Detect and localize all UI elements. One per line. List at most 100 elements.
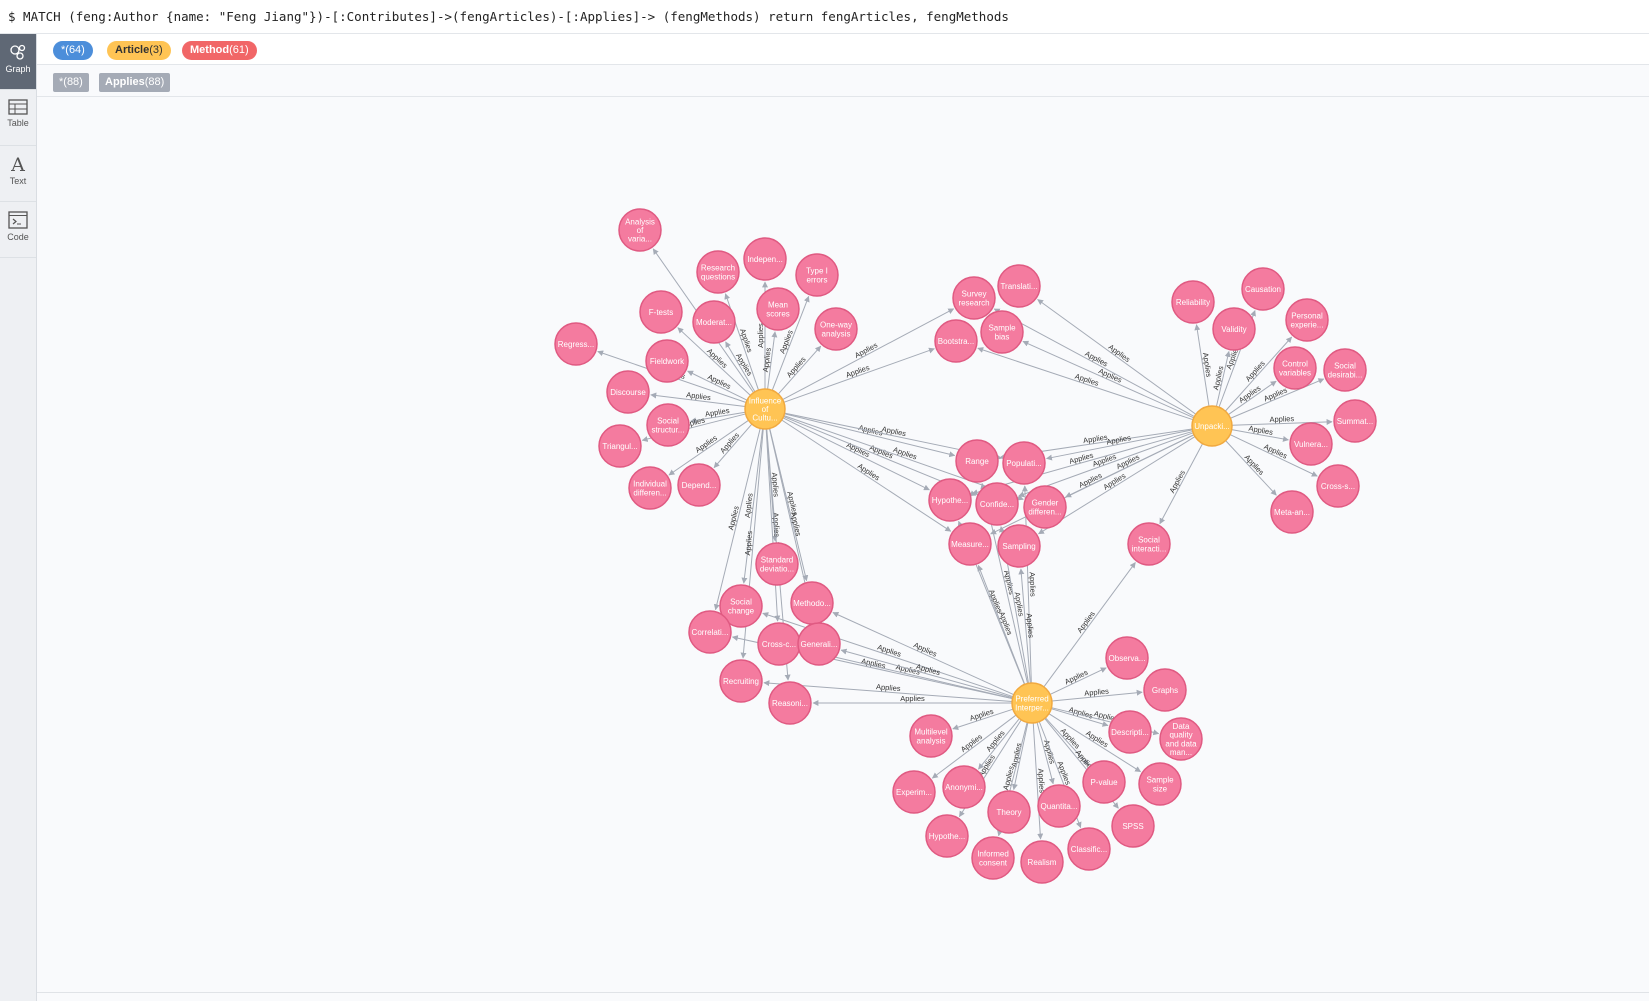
- method-node-m33[interactable]: Confide...: [975, 482, 1019, 526]
- method-node-m7[interactable]: Mean scores: [756, 287, 800, 331]
- method-node-m25[interactable]: Social desirabi...: [1323, 348, 1367, 392]
- table-view-button[interactable]: Table: [0, 90, 36, 146]
- method-node-label: Realism: [1028, 858, 1057, 867]
- method-node-m56[interactable]: Quantita...: [1037, 784, 1081, 828]
- method-node-label: Hypothe...: [929, 832, 965, 841]
- method-node-m27[interactable]: Vulnera...: [1289, 422, 1333, 466]
- all-nodes-pill[interactable]: *(64): [53, 41, 93, 60]
- method-node-m10[interactable]: Fieldwork: [645, 339, 689, 383]
- article-node-a2[interactable]: Unpacki...: [1191, 405, 1233, 447]
- all-relationships-tag[interactable]: *(88): [53, 73, 89, 92]
- method-node-m44[interactable]: Recruiting: [719, 659, 763, 703]
- method-node-m20[interactable]: Reliability: [1171, 280, 1215, 324]
- method-node-m45[interactable]: Reasoni...: [768, 681, 812, 725]
- edge-label: Applies: [1263, 442, 1289, 461]
- method-node-m37[interactable]: Social interacti...: [1127, 522, 1171, 566]
- method-node-m30[interactable]: Range: [955, 439, 999, 483]
- method-node-m4[interactable]: Type Ierrors: [795, 253, 839, 297]
- edge-label: Applies: [1107, 342, 1132, 364]
- article-node-a1[interactable]: Influence of Cultu...: [744, 388, 786, 430]
- edge-label: Applies: [984, 728, 1007, 753]
- method-node-m3[interactable]: Indepen...: [743, 237, 787, 281]
- edge-label: Applies: [1063, 668, 1089, 687]
- method-node-m53[interactable]: Experim...: [892, 770, 936, 814]
- method-node-m19[interactable]: Sample bias: [980, 310, 1024, 354]
- method-node-m51[interactable]: P-value: [1082, 760, 1126, 804]
- method-label-pill[interactable]: Method(61): [182, 41, 257, 60]
- method-node-m38[interactable]: Standard deviatio...: [755, 542, 799, 586]
- method-node-m14[interactable]: Individual differen...: [628, 466, 672, 510]
- article-node-a3[interactable]: Preferred Interper...: [1011, 682, 1053, 724]
- edge-label: Applies: [1059, 726, 1082, 750]
- method-node-m54[interactable]: Anonymi...: [942, 765, 986, 809]
- method-node-m31[interactable]: Populati...: [1002, 441, 1046, 485]
- method-node-m16[interactable]: Survey research: [952, 276, 996, 320]
- method-node-m55[interactable]: Theory: [987, 790, 1031, 834]
- article-label-pill[interactable]: Article(3): [107, 41, 171, 60]
- method-node-m5[interactable]: F-tests: [639, 290, 683, 334]
- text-view-button[interactable]: A Text: [0, 146, 36, 202]
- method-node-m12[interactable]: Social structur...: [646, 403, 690, 447]
- method-node-m22[interactable]: Validity: [1212, 307, 1256, 351]
- method-node-m1[interactable]: Analysis of varia...: [618, 208, 662, 252]
- cypher-query-bar[interactable]: $ MATCH (feng:Author {name: "Feng Jiang"…: [0, 0, 1649, 34]
- method-node-m32[interactable]: Hypothe...: [928, 478, 972, 522]
- edge-label: Applies: [1167, 468, 1187, 494]
- method-node-label: Measure...: [951, 540, 989, 549]
- method-node-m47[interactable]: Graphs: [1143, 668, 1187, 712]
- method-node-label: Cross-c...: [762, 640, 796, 649]
- graph-view-button[interactable]: Graph: [0, 34, 36, 90]
- method-node-label: Personal experie...: [1291, 312, 1324, 330]
- method-node-m26[interactable]: Summat...: [1333, 399, 1377, 443]
- method-node-m23[interactable]: Personal experie...: [1285, 298, 1329, 342]
- method-node-m17[interactable]: Translati...: [997, 264, 1041, 308]
- method-node-m13[interactable]: Triangul...: [598, 424, 642, 468]
- edge-label: Applies: [900, 694, 925, 703]
- method-node-m21[interactable]: Causation: [1241, 267, 1285, 311]
- method-node-label: One-way analysis: [820, 321, 852, 339]
- edge-label: Applies: [785, 355, 808, 380]
- method-node-m15[interactable]: Depend...: [677, 463, 721, 507]
- method-node-m50[interactable]: Data quality and data man...: [1159, 717, 1203, 761]
- method-node-label: Indepen...: [747, 255, 783, 264]
- method-node-m57[interactable]: SPSS: [1111, 804, 1155, 848]
- method-node-m11[interactable]: Discourse: [606, 370, 650, 414]
- method-node-m35[interactable]: Measure...: [948, 522, 992, 566]
- method-node-m6[interactable]: Moderat...: [692, 300, 736, 344]
- method-node-m61[interactable]: Classific...: [1067, 827, 1111, 871]
- applies-relationship-tag[interactable]: Applies(88): [99, 73, 171, 92]
- method-node-m34[interactable]: Gender differen...: [1023, 485, 1067, 529]
- method-node-label: Cross-s...: [1321, 482, 1355, 491]
- query-text: $ MATCH (feng:Author {name: "Feng Jiang"…: [8, 9, 1009, 24]
- method-node-m58[interactable]: Hypothe...: [925, 814, 969, 858]
- method-node-m18[interactable]: Bootstra...: [934, 319, 978, 363]
- table-icon: [0, 99, 36, 115]
- method-node-m9[interactable]: Regress...: [554, 322, 598, 366]
- method-node-m49[interactable]: Descripti...: [1108, 710, 1152, 754]
- text-view-label: Text: [9, 176, 27, 186]
- method-node-label: Methodo...: [793, 599, 831, 608]
- method-node-m36[interactable]: Sampling: [997, 524, 1041, 568]
- method-node-label: Populati...: [1006, 459, 1042, 468]
- method-node-m41[interactable]: Correlati...: [688, 610, 732, 654]
- method-node-label: Range: [965, 457, 989, 466]
- method-node-m29[interactable]: Meta-an...: [1270, 490, 1314, 534]
- method-node-m60[interactable]: Realism: [1020, 840, 1064, 884]
- method-node-m40[interactable]: Methodo...: [790, 581, 834, 625]
- code-view-button[interactable]: Code: [0, 202, 36, 258]
- method-node-m52[interactable]: Sample size: [1138, 762, 1182, 806]
- method-node-m28[interactable]: Cross-s...: [1316, 464, 1360, 508]
- method-node-m2[interactable]: Research questions: [696, 250, 740, 294]
- method-node-label: Translati...: [1000, 282, 1037, 291]
- graph-canvas[interactable]: Applies Applies Applies Applies Applies Appli…: [37, 98, 1649, 993]
- code-view-label: Code: [7, 232, 29, 242]
- method-node-m46[interactable]: Observa...: [1105, 636, 1149, 680]
- method-node-m24[interactable]: Control variables: [1273, 346, 1317, 390]
- method-node-m42[interactable]: Cross-c...: [757, 622, 801, 666]
- method-node-m59[interactable]: Informed consent: [971, 836, 1015, 880]
- method-node-m43[interactable]: Generali...: [797, 622, 841, 666]
- method-node-label: Recruiting: [723, 677, 759, 686]
- method-node-m8[interactable]: One-way analysis: [814, 307, 858, 351]
- frame-divider: [37, 992, 1649, 993]
- method-node-m48[interactable]: Multilevel analysis: [909, 714, 953, 758]
